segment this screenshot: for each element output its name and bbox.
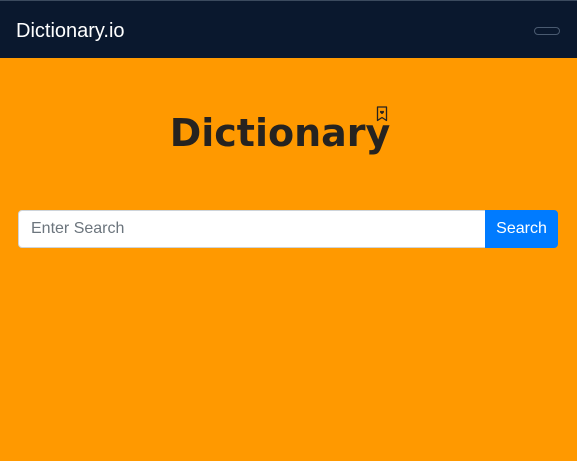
main-content: Dictionary Search (0, 58, 577, 461)
brand-link[interactable]: Dictionary.io (16, 19, 125, 43)
bookmark-heart-icon (376, 106, 388, 122)
search-button[interactable]: Search (485, 210, 558, 248)
search-input[interactable] (18, 210, 486, 248)
navbar-toggler-button[interactable] (534, 27, 560, 35)
page-title: Dictionary (169, 111, 391, 155)
app-window: Dictionary.io Dictionary Search (0, 0, 577, 461)
navbar: Dictionary.io (0, 0, 577, 58)
